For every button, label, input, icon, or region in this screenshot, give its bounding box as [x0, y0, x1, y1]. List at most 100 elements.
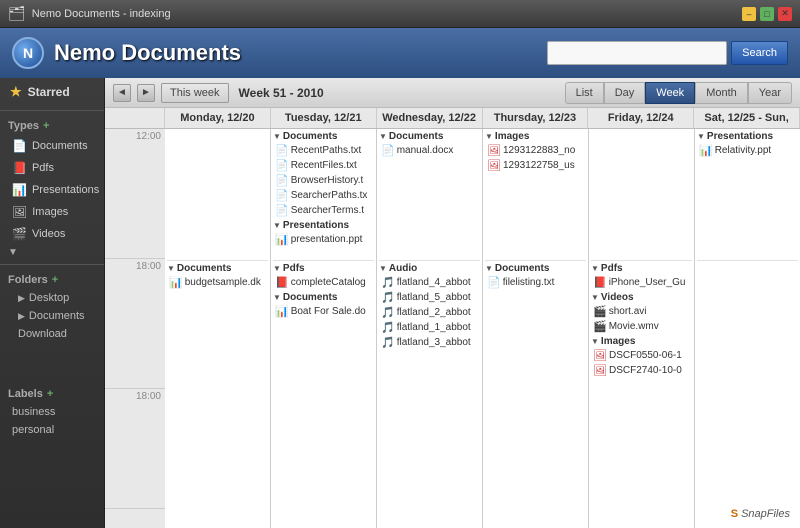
- videos-label: Videos: [32, 228, 65, 240]
- sidebar-label-personal[interactable]: personal: [0, 421, 104, 439]
- ppt-icon: 📊: [699, 144, 713, 157]
- sidebar-item-documents-folder[interactable]: ▶ Documents: [0, 307, 104, 325]
- types-expand[interactable]: ▼: [0, 245, 104, 260]
- next-button[interactable]: ►: [137, 84, 155, 102]
- labels-add-icon[interactable]: +: [47, 388, 53, 400]
- documents-icon: 📄: [12, 139, 27, 153]
- time-18: 18:00: [105, 259, 165, 389]
- header-wed: Wednesday, 12/22: [377, 108, 483, 128]
- starred-label: Starred: [28, 85, 70, 99]
- file-recentfiles[interactable]: 📄 RecentFiles.txt: [273, 158, 374, 173]
- tue-docs2-section: ▼ Documents 📊 Boat For Sale.do: [273, 292, 374, 319]
- txt-icon: 📄: [487, 276, 501, 289]
- file-recentpaths[interactable]: 📄 RecentPaths.txt: [273, 143, 374, 158]
- month-view-button[interactable]: Month: [695, 82, 748, 104]
- file-completecatalog[interactable]: 📕 completeCatalog: [273, 275, 374, 290]
- file-flatland1[interactable]: 🎵 flatland_1_abbot: [379, 320, 480, 335]
- file-filelisting[interactable]: 📄 filelisting.txt: [485, 275, 586, 290]
- day-sat: ▼ Presentations 📊 Relativity.ppt S S: [695, 129, 800, 528]
- sidebar-item-documents[interactable]: 📄 Documents: [0, 135, 104, 157]
- download-label: Download: [18, 328, 67, 340]
- wed-audio-header: ▼ Audio: [379, 263, 480, 274]
- week-view-button[interactable]: Week: [645, 82, 695, 104]
- sidebar-separator-1: [0, 110, 104, 111]
- sidebar-item-presentations[interactable]: 📊 Presentations: [0, 179, 104, 201]
- file-moviewmv[interactable]: 🎬 Movie.wmv: [591, 319, 692, 334]
- video-icon: 🎬: [593, 320, 607, 333]
- types-add-icon[interactable]: +: [43, 120, 49, 132]
- day-mon-top: [167, 131, 268, 261]
- day-thu: ▼ Images 🖼 1293122883_no 🖼 1293122758_us: [483, 129, 589, 528]
- prev-button[interactable]: ◄: [113, 84, 131, 102]
- search-input[interactable]: [547, 41, 727, 65]
- tri: ▼: [485, 264, 493, 273]
- sidebar-item-pdfs[interactable]: 📕 Pdfs: [0, 157, 104, 179]
- doc-icon: 📊: [169, 276, 183, 289]
- img-icon: 🖼: [593, 349, 607, 362]
- sidebar-labels-header: Labels +: [0, 383, 104, 403]
- file-searcherterms[interactable]: 📄 SearcherTerms.t: [273, 203, 374, 218]
- this-week-button[interactable]: This week: [161, 83, 229, 103]
- logo-area: N Nemo Documents: [12, 37, 241, 69]
- images-icon: 🖼: [12, 205, 27, 219]
- sidebar-item-images[interactable]: 🖼 Images: [0, 201, 104, 223]
- sidebar-label-business[interactable]: business: [0, 403, 104, 421]
- list-view-button[interactable]: List: [565, 82, 604, 104]
- file-img1[interactable]: 🖼 1293122883_no: [485, 143, 586, 158]
- tri: ▼: [697, 132, 705, 141]
- calendar-header: Monday, 12/20 Tuesday, 12/21 Wednesday, …: [105, 108, 800, 129]
- file-relativity[interactable]: 📊 Relativity.ppt: [697, 143, 798, 158]
- close-button[interactable]: ✕: [778, 7, 792, 21]
- file-img2[interactable]: 🖼 1293122758_us: [485, 158, 586, 173]
- documents-folder-label: Documents: [29, 310, 85, 322]
- year-view-button[interactable]: Year: [748, 82, 792, 104]
- file-flatland5[interactable]: 🎵 flatland_5_abbot: [379, 290, 480, 305]
- snapfiles-icon: S: [731, 508, 738, 520]
- desktop-label: Desktop: [29, 292, 69, 304]
- fri-pdfs-header: ▼ Pdfs: [591, 263, 692, 274]
- time-18b: 18:00: [105, 389, 165, 509]
- sidebar-separator-2: [0, 264, 104, 265]
- day-view-button[interactable]: Day: [604, 82, 646, 104]
- file-iphone[interactable]: 📕 iPhone_User_Gu: [591, 275, 692, 290]
- header-fri: Friday, 12/24: [588, 108, 694, 128]
- calendar-grid: Monday, 12/20 Tuesday, 12/21 Wednesday, …: [105, 108, 800, 528]
- pdfs-icon: 📕: [12, 161, 27, 175]
- file-flatland4[interactable]: 🎵 flatland_4_abbot: [379, 275, 480, 290]
- file-flatland2[interactable]: 🎵 flatland_2_abbot: [379, 305, 480, 320]
- sidebar-item-desktop[interactable]: ▶ Desktop: [0, 289, 104, 307]
- file-manual[interactable]: 📄 manual.docx: [379, 143, 480, 158]
- search-button[interactable]: Search: [731, 41, 788, 65]
- thu-images-section: ▼ Images 🖼 1293122883_no 🖼 1293122758_us: [485, 131, 586, 173]
- file-browserhistory[interactable]: 📄 BrowserHistory.t: [273, 173, 374, 188]
- file-shortavi[interactable]: 🎬 short.avi: [591, 304, 692, 319]
- file-presentation[interactable]: 📊 presentation.ppt: [273, 232, 374, 247]
- file-boatforsale[interactable]: 📊 Boat For Sale.do: [273, 304, 374, 319]
- file-flatland3[interactable]: 🎵 flatland_3_abbot: [379, 335, 480, 350]
- time-column: 12:00 18:00 18:00: [105, 129, 165, 528]
- day-mon-bottom: ▼ Documents 📊 budgetsample.dk: [167, 261, 268, 290]
- sidebar-item-download[interactable]: Download: [0, 325, 104, 343]
- documents-label: Documents: [32, 140, 88, 152]
- sidebar-item-videos[interactable]: 🎬 Videos: [0, 223, 104, 245]
- audio-icon: 🎵: [381, 321, 395, 334]
- file-budgetsample[interactable]: 📊 budgetsample.dk: [167, 275, 268, 290]
- tue-pdfs-section: ▼ Pdfs 📕 completeCatalog: [273, 263, 374, 290]
- pdfs-label: Pdfs: [32, 162, 54, 174]
- fri-images-header: ▼ Images: [591, 336, 692, 347]
- mon-documents-header: ▼ Documents: [167, 263, 268, 274]
- wed-docs-header: ▼ Documents: [379, 131, 480, 142]
- maximize-button[interactable]: □: [760, 7, 774, 21]
- tue-presentations-section: ▼ Presentations 📊 presentation.ppt: [273, 220, 374, 247]
- file-dscf0550[interactable]: 🖼 DSCF0550-06-1: [591, 348, 692, 363]
- file-searcherpaths[interactable]: 📄 SearcherPaths.tx: [273, 188, 374, 203]
- sidebar-item-starred[interactable]: ★ Starred: [0, 78, 104, 106]
- minimize-button[interactable]: –: [742, 7, 756, 21]
- header-tue: Tuesday, 12/21: [271, 108, 377, 128]
- folders-add-icon[interactable]: +: [52, 274, 58, 286]
- sidebar-folders-header: Folders +: [0, 269, 104, 289]
- chevron-right-icon: ▶: [18, 293, 25, 304]
- day-wed-bottom: ▼ Audio 🎵 flatland_4_abbot 🎵 flatland_5_…: [379, 261, 480, 350]
- calendar-toolbar: ◄ ► This week Week 51 - 2010 List Day We…: [105, 78, 800, 108]
- file-dscf2740[interactable]: 🖼 DSCF2740-10-0: [591, 363, 692, 378]
